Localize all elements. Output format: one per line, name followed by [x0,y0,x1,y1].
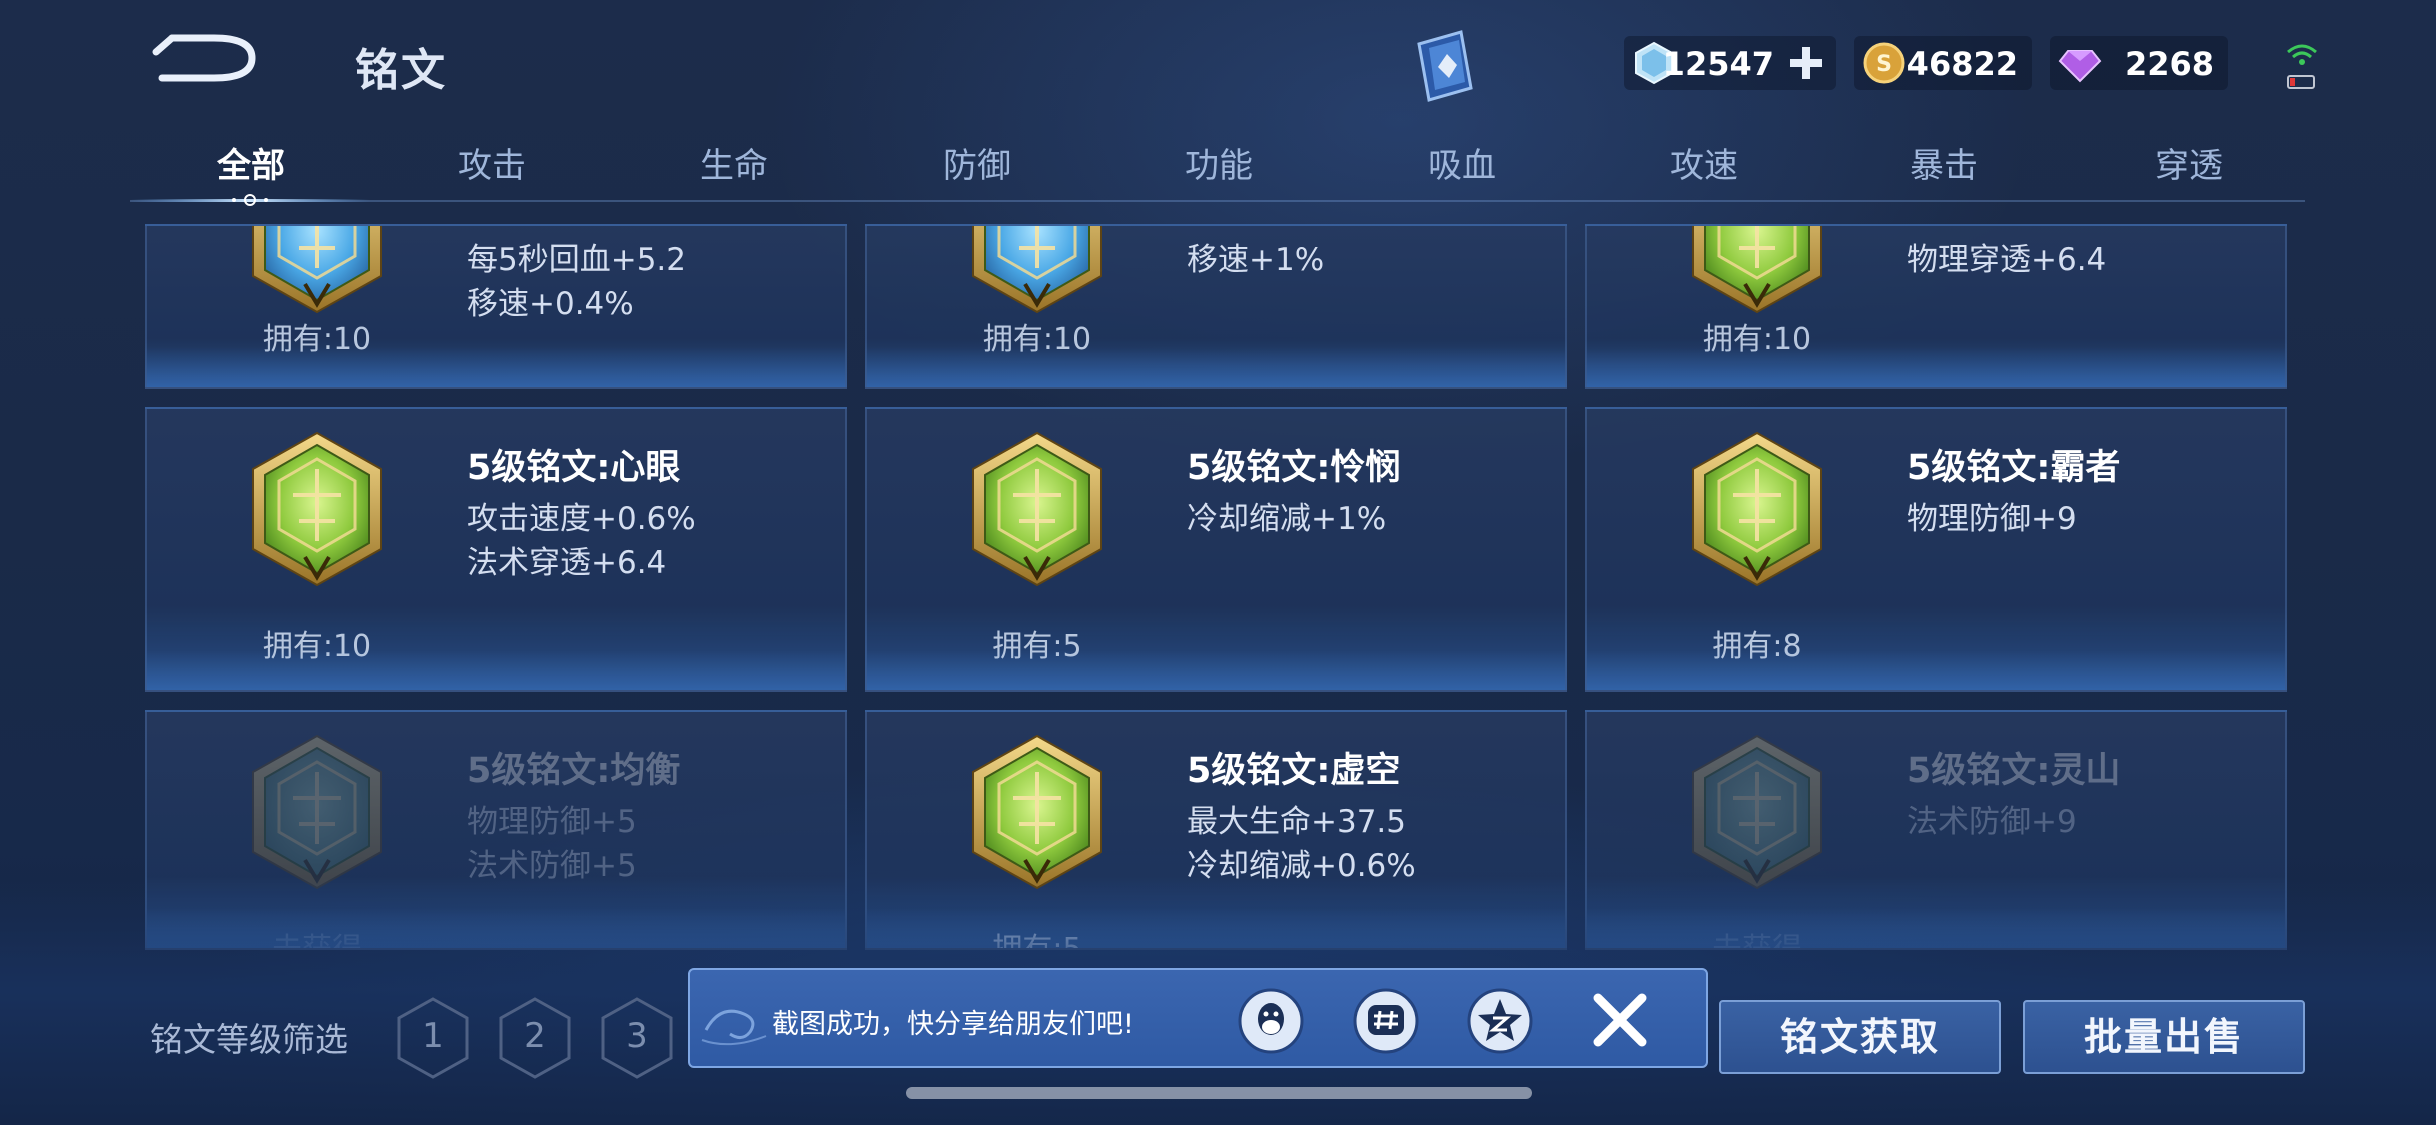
tab-attack-speed[interactable]: 攻速 [1624,138,1784,187]
ticket-value: 12547 [1662,45,1774,83]
inscription-emblem-icon [972,431,1102,587]
tab-all[interactable]: 全部 [171,138,331,187]
svg-text:S: S [1876,52,1892,77]
qq-icon [1238,988,1304,1054]
inscription-attr-1: 冷却缩减+1% [1187,501,1387,537]
toast-message: 截图成功，快分享给朋友们吧! [772,1009,1134,1040]
inscription-emblem-icon [972,226,1102,314]
tab-function[interactable]: 功能 [1139,138,1299,187]
owned-count: 拥有:10 [262,322,372,357]
bulk-sell-button[interactable]: 批量出售 [2023,1000,2305,1074]
owned-count: 拥有:5 [992,629,1082,664]
back-arrow-icon [152,34,256,82]
level-filter-2-label: 2 [524,1016,546,1056]
diamond-value: 2268 [2124,45,2214,83]
level-filter-label: 铭文等级筛选 [150,1020,348,1059]
tab-lifesteal[interactable]: 吸血 [1382,138,1542,187]
tab-crit[interactable]: 暴击 [1864,138,2024,187]
tab-health[interactable]: 生命 [654,138,814,187]
inscription-card[interactable]: 5级铭文:心眼攻击速度+0.6% 法术穿透+6.4 拥有:10 [145,407,847,692]
inscription-attr-2: 冷却缩减+0.6% [1187,848,1416,884]
wechat-moments-icon [1353,988,1419,1054]
share-qzone-button[interactable] [1466,987,1534,1055]
inscription-attr-1: 最大生命+37.5 [1187,804,1406,840]
inscription-attr-1: 移速+1% [1187,242,1325,278]
inscription-emblem-icon [252,431,382,587]
gold-balance: S 46822 [1854,36,2032,90]
inscription-name: 5级铭文:怜悯 [1187,448,1401,488]
inscription-emblem-icon [252,734,382,890]
inscription-attr-1: 攻击速度+0.6% [467,501,696,537]
inscription-card[interactable]: 移速+1% 拥有:10 [865,224,1567,389]
inscription-emblem-icon [252,226,382,314]
tab-defense[interactable]: 防御 [897,138,1057,187]
gold-coin-icon: S [1863,42,1905,84]
owned-count: 拥有:10 [982,322,1092,357]
share-moments-button[interactable] [1352,987,1420,1055]
cloud-swirl-icon [701,1009,767,1046]
inscription-name: 5级铭文:均衡 [467,751,681,791]
inscription-emblem-icon [1692,431,1822,587]
inscription-emblem-icon [1692,734,1822,890]
network-status [2282,38,2322,94]
active-tab-indicator [130,190,370,210]
gold-value: 46822 [1906,45,2018,83]
inscription-attr-2: 法术防御+5 [467,848,637,884]
close-icon [1593,993,1647,1047]
screenshot-toast: 截图成功，快分享给朋友们吧! [688,968,1708,1068]
share-qq-button[interactable] [1237,987,1305,1055]
diamond-icon [2058,50,2102,83]
diamond-balance: 2268 [2050,36,2228,90]
add-currency-button[interactable] [1784,41,1828,85]
owned-count: 拥有:10 [1702,322,1812,357]
level-filter-2[interactable]: 2 [497,996,573,1080]
inscription-attr-2: 移速+0.4% [467,286,634,322]
inscription-name: 5级铭文:霸者 [1907,448,2121,488]
owned-count: 拥有:10 [262,629,372,664]
tabs-divider [130,200,2305,202]
inscription-attr-1: 物理穿透+6.4 [1907,242,2107,278]
inscription-attr-1: 物理防御+5 [467,804,637,840]
inscription-attr-2: 法术穿透+6.4 [467,545,667,581]
level-filter-3[interactable]: 3 [599,996,675,1080]
inscription-card[interactable]: 每5秒回血+5.2 移速+0.4% 拥有:10 [145,224,847,389]
qzone-icon [1467,988,1533,1054]
inscription-attr-1: 物理防御+9 [1907,501,2077,537]
tab-attack[interactable]: 攻击 [412,138,572,187]
get-inscriptions-button[interactable]: 铭文获取 [1719,1000,2001,1074]
inscription-card[interactable]: 5级铭文:怜悯冷却缩减+1% 拥有:5 [865,407,1567,692]
level-filter-1[interactable]: 1 [395,996,471,1080]
inscription-card[interactable]: 5级铭文:霸者物理防御+9 拥有:8 [1585,407,2287,692]
ticket-balance: 12547 [1624,36,1836,90]
inscription-book-icon[interactable] [1405,26,1485,106]
back-button[interactable] [152,28,262,88]
home-indicator [906,1087,1532,1099]
inscription-card[interactable]: 物理穿透+6.4 拥有:10 [1585,224,2287,389]
close-toast-button[interactable] [1590,990,1650,1050]
level-filter-3-label: 3 [626,1016,648,1056]
inscription-emblem-icon [1692,226,1822,314]
level-filter-1-label: 1 [422,1016,444,1056]
tab-penetration[interactable]: 穿透 [2109,138,2269,187]
owned-count: 拥有:8 [1712,629,1802,664]
page-title: 铭文 [355,45,447,96]
inscription-name: 5级铭文:灵山 [1907,751,2121,791]
wifi-icon [2287,44,2317,89]
inscription-attr-1: 每5秒回血+5.2 [467,242,686,278]
inscription-name: 5级铭文:心眼 [467,448,681,488]
inscription-name: 5级铭文:虚空 [1187,751,1401,791]
inscription-emblem-icon [972,734,1102,890]
inscription-attr-1: 法术防御+9 [1907,804,2077,840]
